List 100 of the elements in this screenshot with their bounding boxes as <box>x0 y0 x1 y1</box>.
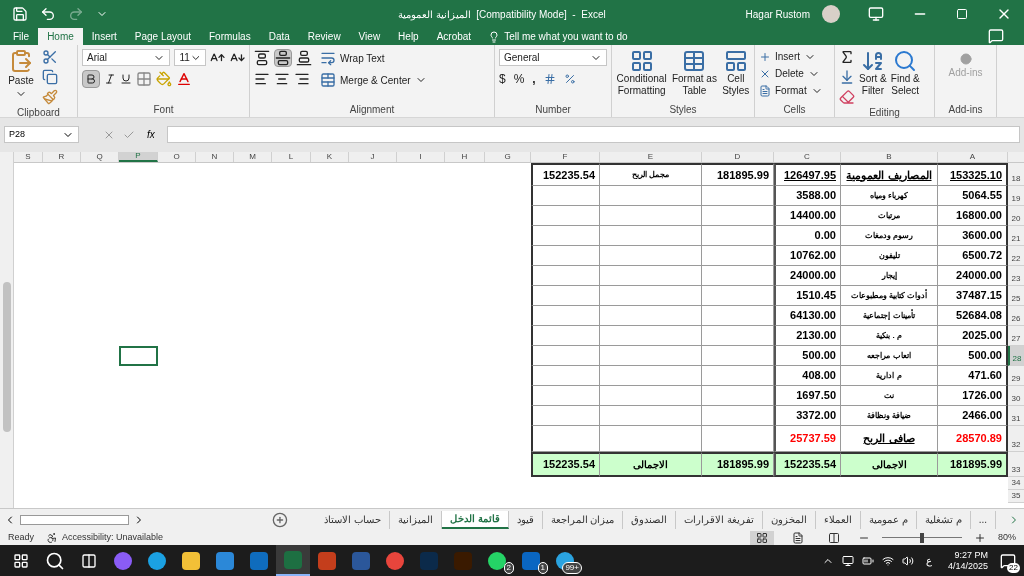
new-sheet-icon[interactable] <box>272 511 289 528</box>
currency-button[interactable]: $ <box>499 70 506 88</box>
column-header[interactable]: N <box>196 152 234 162</box>
delete-cells-button[interactable]: Delete <box>759 66 830 81</box>
underline-icon[interactable] <box>120 73 132 85</box>
cut-icon[interactable] <box>42 49 58 65</box>
column-header[interactable]: R <box>43 152 81 162</box>
column-header[interactable]: G <box>485 152 531 162</box>
accessibility-status[interactable]: Accessibility: Unavailable <box>62 530 164 545</box>
wrap-text-button[interactable]: Wrap Text <box>320 49 427 67</box>
column-header[interactable]: I <box>397 152 445 162</box>
find-select-button[interactable]: Find & Select <box>890 49 920 105</box>
taskbar-app-button[interactable]: 99+ <box>548 545 582 576</box>
sort-filter-button[interactable]: Sort & Filter <box>859 49 887 105</box>
middle-align-button[interactable] <box>274 49 292 67</box>
insert-function-button[interactable]: fx <box>143 127 159 142</box>
zoom-level[interactable]: 80% <box>998 530 1016 545</box>
row-header[interactable]: 31 <box>1008 406 1024 426</box>
sheet-tab[interactable]: م عمومية <box>861 510 917 529</box>
top-align-icon[interactable] <box>254 50 270 66</box>
row-header[interactable]: 22 <box>1008 246 1024 266</box>
italic-icon[interactable] <box>104 73 116 85</box>
clock[interactable]: 9:27 PM 4/14/2025 <box>947 549 988 572</box>
align-center-icon[interactable] <box>274 71 290 87</box>
sheet-tab[interactable]: قائمة الدخل <box>441 510 509 529</box>
row-header[interactable]: 27 <box>1008 326 1024 346</box>
row-header[interactable]: 18 <box>1008 163 1024 186</box>
ribbon-tab[interactable]: Help <box>389 28 428 45</box>
sheet-tab[interactable]: الميزانية <box>389 510 442 529</box>
column-header[interactable]: O <box>158 152 196 162</box>
row-header[interactable]: 25 <box>1008 286 1024 306</box>
column-header[interactable]: F <box>531 152 600 162</box>
ribbon-tab[interactable]: View <box>349 28 390 45</box>
ribbon-tab[interactable]: Insert <box>82 28 126 45</box>
column-header[interactable]: E <box>600 152 702 162</box>
sheet-tab[interactable]: المخزون <box>763 510 817 529</box>
increase-decimal-icon[interactable] <box>543 73 556 85</box>
column-header[interactable]: A <box>938 152 1008 162</box>
font-name-field[interactable]: Arial <box>82 49 171 66</box>
tell-me-field[interactable]: Tell me what you want to do <box>504 29 628 44</box>
format-cells-button[interactable]: Format <box>759 83 830 98</box>
fill-color-icon[interactable] <box>156 71 172 87</box>
column-header[interactable]: J <box>349 152 397 162</box>
column-header[interactable]: K <box>311 152 349 162</box>
comma-button[interactable]: , <box>532 70 536 88</box>
formula-field[interactable] <box>166 126 1020 143</box>
align-right-icon[interactable] <box>294 71 310 87</box>
row-header[interactable]: 29 <box>1008 366 1024 386</box>
column-header[interactable]: P <box>119 152 158 162</box>
language-indicator[interactable]: ع <box>925 553 932 568</box>
row-header[interactable]: 32 <box>1008 426 1024 452</box>
merge-center-button[interactable]: Merge & Center <box>320 71 427 89</box>
autosum-icon[interactable] <box>839 49 855 65</box>
row-header[interactable]: 19 <box>1008 186 1024 206</box>
taskbar-app-button[interactable] <box>276 545 310 576</box>
sheet-tab[interactable]: حساب الاستاذ <box>316 510 390 529</box>
row-header[interactable]: 30 <box>1008 386 1024 406</box>
row-header[interactable]: 33 <box>1008 452 1024 477</box>
sheet-tab[interactable]: م تشغلية <box>916 510 971 529</box>
name-box[interactable]: P28 <box>4 126 79 143</box>
taskbar-app-button[interactable]: 2 <box>480 545 514 576</box>
cell-styles-button[interactable]: Cell Styles <box>722 49 750 102</box>
column-header[interactable]: S <box>14 152 43 162</box>
ribbon-tab[interactable]: Formulas <box>200 28 260 45</box>
ribbon-tab[interactable]: Page Layout <box>125 28 200 45</box>
row-header[interactable]: 35 <box>1008 490 1024 503</box>
column-header[interactable]: D <box>702 152 774 162</box>
horizontal-scrollbar[interactable] <box>19 514 130 525</box>
row-header[interactable]: 21 <box>1008 226 1024 246</box>
search-icon[interactable] <box>45 550 65 571</box>
row-header[interactable]: 34 <box>1008 477 1024 490</box>
vertical-scrollbar[interactable] <box>0 152 14 508</box>
notifications-button[interactable]: 22 <box>996 548 1020 573</box>
format-as-table-button[interactable]: Format as Table <box>671 49 717 102</box>
fill-icon[interactable] <box>839 69 855 85</box>
column-header[interactable]: H <box>445 152 485 162</box>
selected-cell[interactable] <box>119 346 158 366</box>
align-left-icon[interactable] <box>254 71 270 87</box>
column-header[interactable]: B <box>841 152 938 162</box>
bottom-align-icon[interactable] <box>296 50 312 66</box>
zoom-slider[interactable] <box>882 532 962 543</box>
ribbon-tab[interactable]: Data <box>259 28 299 45</box>
sheet-tab[interactable]: ميزان المراجعة <box>542 510 624 529</box>
restore-icon[interactable] <box>956 8 968 20</box>
save-icon[interactable] <box>12 6 28 22</box>
row-header[interactable]: 26 <box>1008 306 1024 326</box>
ribbon-display-icon[interactable] <box>868 6 884 22</box>
conditional-formatting-button[interactable]: Conditional Formatting <box>616 49 667 102</box>
column-header[interactable]: L <box>272 152 311 162</box>
sheet-tab[interactable]: ... <box>970 510 997 529</box>
row-header[interactable]: 20 <box>1008 206 1024 226</box>
volume-icon[interactable] <box>901 554 914 567</box>
format-painter-icon[interactable] <box>42 89 58 105</box>
sheet-tab[interactable]: تفريغة الاقرارات <box>676 510 764 529</box>
clear-icon[interactable] <box>839 89 855 105</box>
row-header[interactable]: 23 <box>1008 266 1024 286</box>
row-header[interactable]: 28 <box>1008 346 1024 366</box>
normal-view-button[interactable] <box>750 530 774 545</box>
decrease-decimal-icon[interactable] <box>563 73 576 85</box>
taskbar-app-button[interactable]: 1 <box>514 545 548 576</box>
